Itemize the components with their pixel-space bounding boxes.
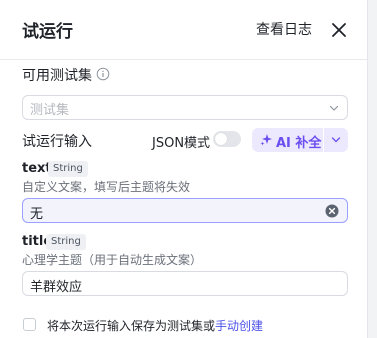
json-mode-toggle[interactable] bbox=[213, 131, 241, 147]
text-input[interactable]: 无 bbox=[22, 198, 348, 223]
ai-complete-label: AI 补全 bbox=[276, 136, 322, 151]
chevron-down-icon bbox=[331, 137, 341, 143]
panel-header: 试运行 查看日志 bbox=[0, 0, 367, 60]
view-log-button[interactable]: 查看日志 bbox=[256, 19, 312, 39]
field-type-badge: String bbox=[46, 234, 86, 250]
chevron-down-icon bbox=[329, 105, 339, 111]
info-icon[interactable] bbox=[96, 67, 110, 81]
close-icon[interactable] bbox=[330, 21, 348, 39]
ai-options-dropdown[interactable] bbox=[324, 128, 348, 152]
save-as-testset-text: 将本次运行输入保存为测试集或 bbox=[47, 319, 216, 333]
toggle-knob bbox=[215, 133, 227, 145]
sparkle-icon bbox=[260, 134, 272, 146]
text-input-value: 无 bbox=[30, 207, 44, 222]
testset-select[interactable]: 测试集 bbox=[22, 95, 348, 120]
clear-icon[interactable] bbox=[325, 204, 339, 218]
field-description: 自定义文案，填写后主题将失效 bbox=[22, 180, 191, 194]
manual-create-link[interactable]: 手动创建 bbox=[215, 319, 263, 333]
test-run-panel: 试运行 查看日志 可用测试集 测试集 试运行输入 JSON模式 AI 补全 te… bbox=[0, 0, 368, 338]
save-as-testset-checkbox[interactable] bbox=[23, 318, 36, 331]
title-input[interactable]: 羊群效应 bbox=[22, 271, 348, 296]
ai-complete-button[interactable]: AI 补全 bbox=[252, 128, 323, 152]
field-type-badge: String bbox=[48, 161, 88, 177]
title-input-value: 羊群效应 bbox=[30, 280, 83, 295]
save-as-testset-label: 将本次运行输入保存为测试集或手动创建 bbox=[47, 317, 263, 334]
run-input-label: 试运行输入 bbox=[22, 134, 92, 150]
panel-title: 试运行 bbox=[22, 22, 73, 42]
json-mode-label: JSON模式 bbox=[152, 136, 211, 151]
testset-placeholder: 测试集 bbox=[30, 103, 70, 118]
testset-label: 可用测试集 bbox=[22, 68, 92, 84]
field-description: 心理学主题（用于自动生成文案） bbox=[22, 253, 203, 267]
